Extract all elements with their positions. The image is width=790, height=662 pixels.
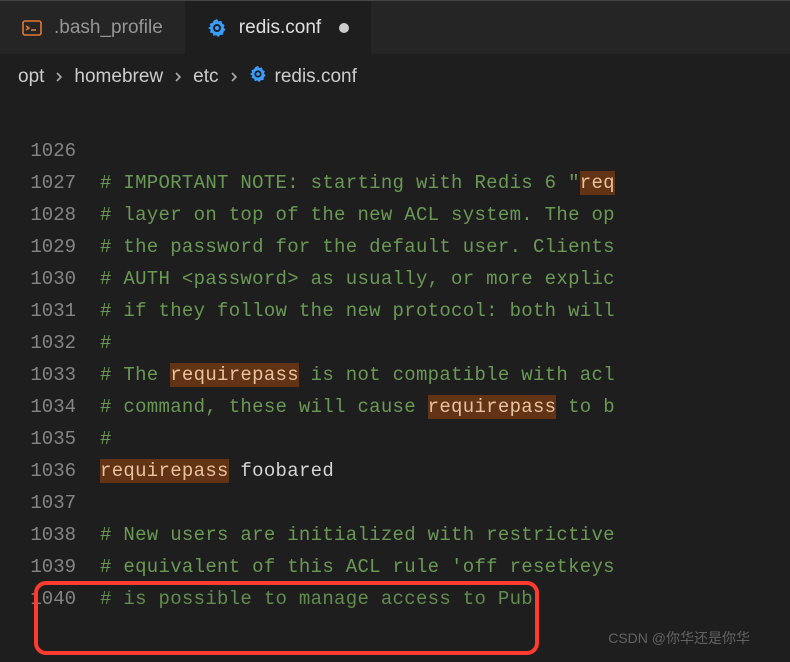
code-line[interactable]: 1026 — [0, 135, 790, 167]
code-line[interactable]: 1035# — [0, 423, 790, 455]
line-number: 1036 — [0, 460, 100, 482]
code-line[interactable]: 1038# New users are initialized with res… — [0, 519, 790, 551]
code-line[interactable]: 1034# command, these will cause requirep… — [0, 391, 790, 423]
line-number: 1031 — [0, 300, 100, 322]
breadcrumb-item[interactable]: etc — [193, 66, 218, 88]
tab-bar: .bash_profile redis.conf — [0, 1, 790, 55]
code-content: # New users are initialized with restric… — [100, 524, 615, 546]
code-line[interactable]: 1028# layer on top of the new ACL system… — [0, 199, 790, 231]
code-content: requirepass foobared — [100, 460, 334, 482]
line-number: 1029 — [0, 236, 100, 258]
breadcrumb-item[interactable]: opt — [18, 66, 44, 88]
chevron-right-icon — [52, 70, 66, 84]
code-content: # command, these will cause requirepass … — [100, 396, 615, 418]
code-content: # The requirepass is not compatible with… — [100, 364, 615, 386]
code-line[interactable]: 1030# AUTH <password> as usually, or mor… — [0, 263, 790, 295]
line-number: 1026 — [0, 140, 100, 162]
code-line[interactable]: 1031# if they follow the new protocol: b… — [0, 295, 790, 327]
terminal-icon — [22, 18, 42, 38]
code-content: # — [100, 428, 112, 450]
tab-label: .bash_profile — [54, 17, 163, 39]
tab-bash-profile[interactable]: .bash_profile — [0, 1, 185, 54]
chevron-right-icon — [171, 70, 185, 84]
code-content: # IMPORTANT NOTE: starting with Redis 6 … — [100, 172, 615, 194]
code-line[interactable]: 1039# equivalent of this ACL rule 'off r… — [0, 551, 790, 583]
code-editor[interactable]: 1026 1027# IMPORTANT NOTE: starting with … — [0, 99, 790, 615]
gear-icon — [207, 18, 227, 38]
tab-redis-conf[interactable]: redis.conf — [185, 1, 371, 54]
code-line[interactable]: 1037 — [0, 487, 790, 519]
code-line[interactable]: 1040# is possible to manage access to Pu… — [0, 583, 790, 615]
code-line[interactable]: 1029# the password for the default user.… — [0, 231, 790, 263]
code-content: # AUTH <password> as usually, or more ex… — [100, 268, 615, 290]
breadcrumb-item[interactable]: redis.conf — [275, 66, 357, 88]
code-line[interactable]: 1032# — [0, 327, 790, 359]
code-line[interactable]: 1036requirepass foobared — [0, 455, 790, 487]
line-number: 1034 — [0, 396, 100, 418]
dirty-indicator-icon — [339, 23, 349, 33]
line-number: 1035 — [0, 428, 100, 450]
tab-label: redis.conf — [239, 17, 321, 39]
line-number: 1039 — [0, 556, 100, 578]
line-number: 1028 — [0, 204, 100, 226]
code-content: # — [100, 332, 112, 354]
line-number: 1033 — [0, 364, 100, 386]
line-number: 1032 — [0, 332, 100, 354]
line-number: 1040 — [0, 588, 100, 610]
line-number: 1038 — [0, 524, 100, 546]
line-number: 1027 — [0, 172, 100, 194]
watermark: CSDN @你华还是你华 — [608, 628, 750, 648]
code-content: # equivalent of this ACL rule 'off reset… — [100, 556, 615, 578]
breadcrumb[interactable]: opt homebrew etc redis.conf — [0, 55, 790, 99]
code-line[interactable]: 1027# IMPORTANT NOTE: starting with Redi… — [0, 167, 790, 199]
code-content: # layer on top of the new ACL system. Th… — [100, 204, 615, 226]
code-content: # is possible to manage access to Pub — [100, 588, 533, 610]
gear-icon — [249, 65, 267, 89]
line-number: 1037 — [0, 492, 100, 514]
code-content: # the password for the default user. Cli… — [100, 236, 615, 258]
code-line[interactable] — [0, 103, 790, 135]
chevron-right-icon — [227, 70, 241, 84]
code-content: # if they follow the new protocol: both … — [100, 300, 615, 322]
code-line[interactable]: 1033# The requirepass is not compatible … — [0, 359, 790, 391]
line-number: 1030 — [0, 268, 100, 290]
breadcrumb-item[interactable]: homebrew — [74, 66, 163, 88]
